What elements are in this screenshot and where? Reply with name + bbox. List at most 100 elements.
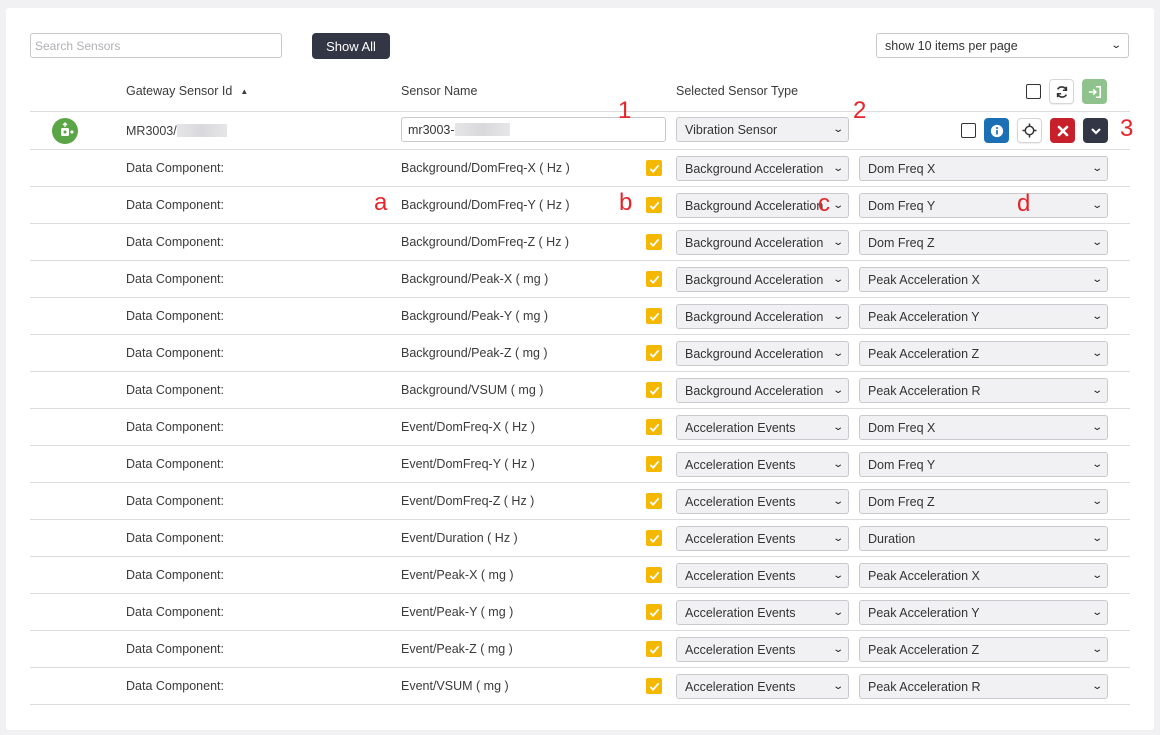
- component-type-select[interactable]: Acceleration Events ⌄: [676, 674, 849, 699]
- component-name: Event/Peak-X ( mg ): [401, 568, 514, 582]
- sensor-type-value: Vibration Sensor: [685, 122, 778, 137]
- component-field-value: Peak Acceleration Z: [868, 642, 980, 657]
- component-enabled-checkbox[interactable]: [646, 382, 662, 398]
- table-row: Data Component: Event/DomFreq-X ( Hz ) Acc…: [30, 409, 1130, 446]
- component-field-select[interactable]: Dom Freq Z ⌄: [859, 230, 1108, 255]
- chevron-down-icon: ⌄: [1090, 385, 1103, 396]
- table-row: Data Component: Background/VSUM ( mg ) Bac…: [30, 372, 1130, 409]
- component-field-select[interactable]: Duration ⌄: [859, 526, 1108, 551]
- chevron-down-icon: ⌄: [1090, 607, 1103, 618]
- component-enabled-checkbox[interactable]: [646, 271, 662, 287]
- chevron-down-icon: ⌄: [1090, 163, 1103, 174]
- component-type-select[interactable]: Background Acceleration ⌄: [676, 304, 849, 329]
- component-enabled-checkbox[interactable]: [646, 345, 662, 361]
- component-enabled-checkbox[interactable]: [646, 493, 662, 509]
- component-name: Background/Peak-Y ( mg ): [401, 309, 549, 323]
- delete-button[interactable]: [1050, 118, 1075, 143]
- chevron-down-icon: ⌄: [831, 422, 844, 433]
- chevron-down-icon: ⌄: [831, 200, 844, 211]
- table-row: Data Component: Background/Peak-Y ( mg ) B…: [30, 298, 1130, 335]
- annotation-mark: d: [1017, 190, 1031, 217]
- annotation-mark: 3: [1120, 115, 1134, 142]
- component-type-value: Acceleration Events: [685, 531, 796, 546]
- header-gateway-sensor-id[interactable]: Gateway Sensor Id ▲: [126, 84, 248, 98]
- component-type-select[interactable]: Background Acceleration ⌄: [676, 267, 849, 292]
- component-field-select[interactable]: Dom Freq Y ⌄: [859, 193, 1108, 218]
- annotation-mark: b: [619, 189, 633, 216]
- info-button[interactable]: [984, 118, 1009, 143]
- show-all-button[interactable]: Show All: [312, 33, 390, 59]
- component-name: Event/DomFreq-X ( Hz ): [401, 420, 536, 434]
- import-button[interactable]: [1082, 79, 1107, 104]
- component-enabled-checkbox[interactable]: [646, 641, 662, 657]
- component-type-select[interactable]: Acceleration Events ⌄: [676, 415, 849, 440]
- annotation-mark: 2: [853, 97, 867, 124]
- component-type-select[interactable]: Acceleration Events ⌄: [676, 452, 849, 477]
- sort-asc-icon[interactable]: ▲: [240, 87, 248, 96]
- component-enabled-checkbox[interactable]: [646, 567, 662, 583]
- component-type-value: Acceleration Events: [685, 568, 796, 583]
- chevron-down-icon: ⌄: [1090, 459, 1103, 470]
- component-type-select[interactable]: Background Acceleration ⌄: [676, 230, 849, 255]
- component-field-value: Dom Freq Y: [868, 457, 936, 472]
- refresh-button[interactable]: [1049, 79, 1074, 104]
- component-field-select[interactable]: Peak Acceleration Z ⌄: [859, 637, 1108, 662]
- component-field-select[interactable]: Peak Acceleration R ⌄: [859, 378, 1108, 403]
- component-field-select[interactable]: Peak Acceleration R ⌄: [859, 674, 1108, 699]
- component-field-select[interactable]: Peak Acceleration Y ⌄: [859, 600, 1108, 625]
- component-enabled-checkbox[interactable]: [646, 197, 662, 213]
- sensor-type-select[interactable]: Vibration Sensor ⌄: [676, 117, 849, 142]
- chevron-down-icon: ⌄: [831, 570, 844, 581]
- component-field-select[interactable]: Peak Acceleration Z ⌄: [859, 341, 1108, 366]
- table-row: Data Component: Background/Peak-X ( mg ) B…: [30, 261, 1130, 298]
- component-type-select[interactable]: Acceleration Events ⌄: [676, 563, 849, 588]
- component-enabled-checkbox[interactable]: [646, 530, 662, 546]
- component-field-select[interactable]: Dom Freq X ⌄: [859, 415, 1108, 440]
- component-type-value: Acceleration Events: [685, 642, 796, 657]
- chevron-down-icon: ⌄: [1090, 274, 1103, 285]
- component-field-value: Peak Acceleration R: [868, 679, 981, 694]
- chevron-down-icon: ⌄: [1090, 496, 1103, 507]
- component-name: Background/VSUM ( mg ): [401, 383, 544, 397]
- component-enabled-checkbox[interactable]: [646, 419, 662, 435]
- table-row: Data Component: Event/VSUM ( mg ) Accelera…: [30, 668, 1130, 705]
- component-enabled-checkbox[interactable]: [646, 456, 662, 472]
- annotation-mark: c: [818, 190, 830, 217]
- component-enabled-checkbox[interactable]: [646, 678, 662, 694]
- component-type-value: Acceleration Events: [685, 457, 796, 472]
- row-select-checkbox[interactable]: [961, 123, 976, 138]
- component-field-select[interactable]: Dom Freq Z ⌄: [859, 489, 1108, 514]
- sensor-device-icon: [52, 118, 78, 144]
- table-row: Data Component: Event/Peak-Y ( mg ) Accele…: [30, 594, 1130, 631]
- component-label: Data Component:: [126, 235, 224, 249]
- component-enabled-checkbox[interactable]: [646, 604, 662, 620]
- component-field-select[interactable]: Dom Freq Y ⌄: [859, 452, 1108, 477]
- component-type-select[interactable]: Acceleration Events ⌄: [676, 489, 849, 514]
- search-input[interactable]: [30, 33, 282, 58]
- component-type-select[interactable]: Acceleration Events ⌄: [676, 637, 849, 662]
- component-type-select[interactable]: Acceleration Events ⌄: [676, 600, 849, 625]
- component-enabled-checkbox[interactable]: [646, 308, 662, 324]
- component-type-select[interactable]: Background Acceleration ⌄: [676, 156, 849, 181]
- checkmark-icon: [649, 238, 659, 247]
- component-type-select[interactable]: Background Acceleration ⌄: [676, 378, 849, 403]
- checkmark-icon: [649, 608, 659, 617]
- component-name: Background/Peak-Z ( mg ): [401, 346, 548, 360]
- locate-button[interactable]: [1017, 118, 1042, 143]
- component-enabled-checkbox[interactable]: [646, 234, 662, 250]
- component-field-select[interactable]: Dom Freq X ⌄: [859, 156, 1108, 181]
- component-field-select[interactable]: Peak Acceleration X ⌄: [859, 267, 1108, 292]
- component-name: Event/DomFreq-Z ( Hz ): [401, 494, 535, 508]
- chevron-down-icon: ⌄: [831, 348, 844, 359]
- chevron-down-icon: ⌄: [1090, 644, 1103, 655]
- component-type-select[interactable]: Background Acceleration ⌄: [676, 341, 849, 366]
- expand-button[interactable]: [1083, 118, 1108, 143]
- table-row: Data Component: Event/DomFreq-Z ( Hz ) Acc…: [30, 483, 1130, 520]
- component-field-select[interactable]: Peak Acceleration X ⌄: [859, 563, 1108, 588]
- checkmark-icon: [649, 164, 659, 173]
- component-field-select[interactable]: Peak Acceleration Y ⌄: [859, 304, 1108, 329]
- component-type-select[interactable]: Acceleration Events ⌄: [676, 526, 849, 551]
- items-per-page-select[interactable]: show 10 items per page ⌄: [876, 33, 1129, 58]
- select-all-checkbox[interactable]: [1026, 84, 1041, 99]
- component-enabled-checkbox[interactable]: [646, 160, 662, 176]
